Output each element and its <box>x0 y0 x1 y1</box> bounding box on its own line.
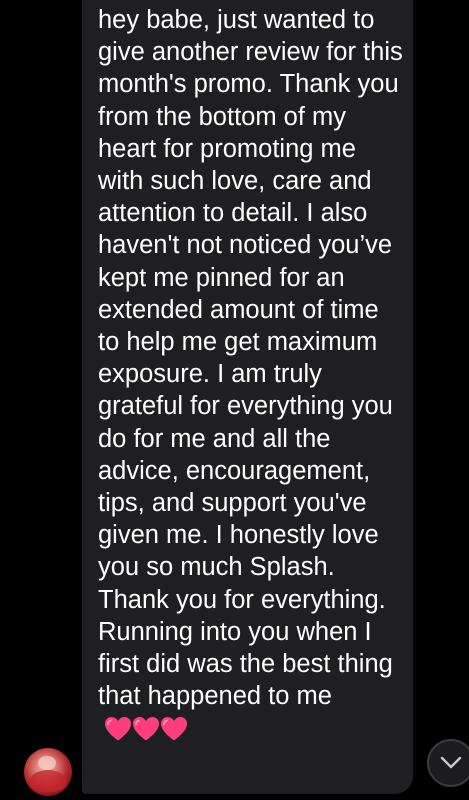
pink-heart-icon <box>161 716 187 741</box>
emoji-group <box>104 714 188 746</box>
avatar-shade <box>30 770 66 792</box>
avatar[interactable] <box>24 748 72 796</box>
message-text: hey babe, just wanted to give another re… <box>98 6 403 711</box>
scroll-to-bottom-button[interactable] <box>427 739 469 787</box>
avatar-highlight <box>38 756 56 770</box>
chat-screen: hey babe, just wanted to give another re… <box>0 0 469 800</box>
pink-heart-icon <box>133 716 159 741</box>
pink-heart-icon <box>105 716 131 741</box>
chevron-down-icon <box>440 756 462 769</box>
message-body: hey babe, just wanted to give another re… <box>98 4 403 746</box>
